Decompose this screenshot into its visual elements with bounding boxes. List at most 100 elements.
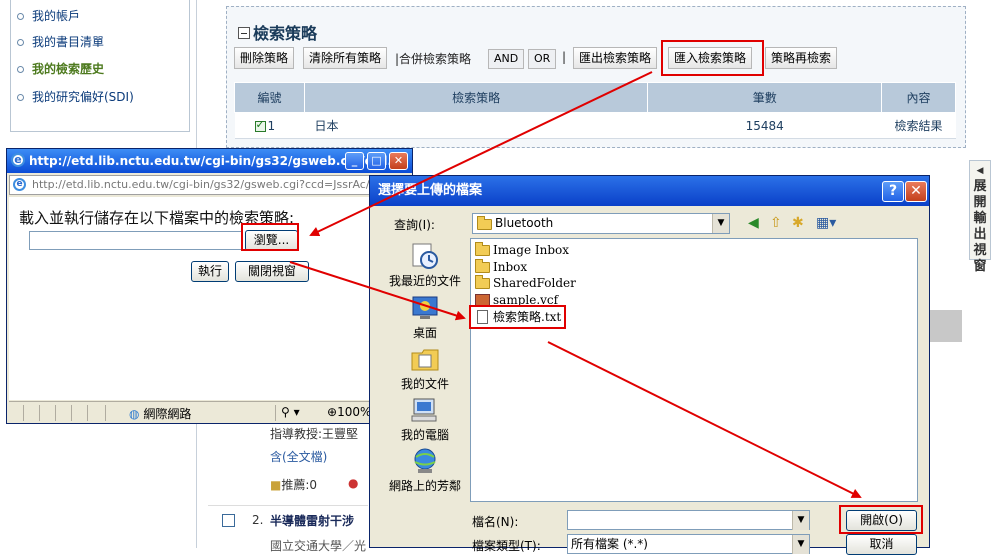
- fulltext-link[interactable]: 含(全文檔): [270, 448, 327, 465]
- close-window-button[interactable]: 關閉視窗: [235, 261, 309, 282]
- filename-input[interactable]: ▼: [567, 510, 810, 530]
- maximize-button[interactable]: □: [367, 152, 386, 170]
- col-header-content: 內容: [881, 82, 956, 113]
- expand-tab-label: 展開輸出視窗: [973, 179, 987, 274]
- col-header-count: 筆數: [647, 82, 883, 113]
- place-my-computer[interactable]: 我的電腦: [380, 396, 470, 443]
- security-dropdown[interactable]: ⚲ ▾: [281, 405, 300, 419]
- sidebar-item-sdi[interactable]: 我的研究偏好(SDI): [17, 88, 134, 105]
- popup-status-bar: ◍ 網際網路 ⚲ ▾ ⊕100%: [9, 401, 410, 423]
- place-desktop[interactable]: 桌面: [380, 294, 470, 341]
- execute-button[interactable]: 執行: [191, 261, 229, 282]
- folder-icon: [475, 259, 490, 273]
- row-checkbox[interactable]: [254, 118, 266, 132]
- chevron-down-icon[interactable]: ▼: [792, 535, 809, 554]
- recommend-text: ■推薦:0: [270, 478, 318, 492]
- toolbar-separator: |: [562, 50, 567, 64]
- cancel-button[interactable]: 取消: [846, 534, 917, 555]
- or-button[interactable]: OR: [528, 49, 557, 69]
- my-documents-icon: [411, 349, 439, 371]
- combine-label: |合併檢索策略: [395, 52, 472, 66]
- table-row: 1 日本 15484 檢索結果: [234, 112, 956, 139]
- row-number: 1: [267, 118, 276, 133]
- folder-icon: [475, 275, 490, 289]
- strategy-table: 編號 檢索策略 筆數 內容 1 日本 15484 檢索結果: [234, 82, 956, 139]
- row-count: 15484: [647, 112, 882, 139]
- folder-icon: [477, 216, 492, 230]
- expand-output-tab[interactable]: ◀ 展開輸出視窗: [969, 160, 991, 274]
- highlight-file-item: [469, 305, 566, 329]
- new-folder-icon[interactable]: ✱: [792, 215, 804, 231]
- list-item[interactable]: SharedFolder: [475, 275, 576, 291]
- row-results-link[interactable]: 檢索結果: [881, 112, 956, 139]
- bullet-icon: [17, 39, 24, 46]
- file-dialog: 選擇要上傳的檔案 ? ✕ 查詢(I): Bluetooth ▼ ◀ ⇧ ✱ ▦▾…: [369, 175, 930, 555]
- bullet-icon: [17, 13, 24, 20]
- filename-label: 檔名(N):: [472, 515, 519, 529]
- zoom-control[interactable]: ⊕100%: [327, 405, 371, 419]
- strategy-title[interactable]: 檢索策略: [238, 20, 317, 44]
- highlight-import-button: [661, 40, 764, 76]
- list-item[interactable]: Image Inbox: [475, 242, 569, 258]
- up-folder-icon[interactable]: ⇧: [770, 215, 782, 231]
- network-icon: [414, 448, 436, 473]
- item2-title[interactable]: 半導體雷射干涉: [270, 512, 354, 529]
- sidebar-item-search-history[interactable]: 我的檢索歷史: [17, 60, 104, 77]
- delete-strategy-button[interactable]: 刪除策略: [234, 47, 295, 69]
- sidebar: 我的帳戶 我的書目清單 我的檢索歷史 我的研究偏好(SDI): [10, 0, 190, 132]
- bullet-icon: [17, 94, 24, 101]
- desktop-icon: [412, 296, 438, 319]
- minimize-button[interactable]: _: [345, 152, 364, 170]
- scroll-block: [930, 310, 962, 342]
- place-recent[interactable]: 我最近的文件: [380, 242, 470, 289]
- back-icon[interactable]: ◀: [748, 215, 759, 231]
- place-network[interactable]: 網路上的芳鄰: [380, 447, 470, 494]
- dialog-close-button[interactable]: ✕: [905, 181, 927, 202]
- chevron-down-icon[interactable]: ▼: [712, 214, 729, 233]
- status-zone: ◍ 網際網路: [129, 407, 192, 421]
- popup-window: e http://etd.lib.nctu.edu.tw/cgi-bin/gs3…: [6, 148, 413, 424]
- ie-icon: e: [13, 178, 26, 191]
- my-computer-icon: [411, 398, 437, 422]
- advisor-text: 指導教授:王豐堅: [270, 427, 359, 441]
- folder-icon: ■: [270, 478, 282, 492]
- view-menu-icon[interactable]: ▦▾: [816, 215, 836, 231]
- chevron-down-icon[interactable]: ▼: [792, 511, 809, 530]
- item2-number: 2.: [252, 513, 264, 527]
- help-button[interactable]: ?: [882, 181, 904, 202]
- places-bar: 我最近的文件 桌面 我的文件 我的電腦 網路上的芳鄰: [380, 238, 470, 498]
- close-button[interactable]: ✕: [389, 152, 408, 170]
- folder-icon: [475, 242, 490, 256]
- item2-checkbox[interactable]: [222, 514, 235, 527]
- sidebar-item-booklist[interactable]: 我的書目清單: [17, 33, 104, 50]
- divider: [208, 505, 368, 506]
- and-button[interactable]: AND: [488, 49, 525, 69]
- file-list[interactable]: Image Inbox Inbox SharedFolder sample.vc…: [470, 238, 918, 502]
- clear-all-button[interactable]: 清除所有策略: [303, 47, 388, 69]
- look-in-label: 查詢(I):: [394, 218, 435, 232]
- lock-icon: ⚲: [281, 405, 290, 419]
- research-button[interactable]: 策略再檢索: [765, 47, 838, 69]
- col-header-number: 編號: [234, 82, 305, 113]
- circle-icon: ●: [348, 476, 359, 490]
- item2-school: 國立交通大學／光: [270, 539, 367, 553]
- dialog-titlebar[interactable]: 選擇要上傳的檔案: [370, 176, 929, 206]
- file-path-input[interactable]: [29, 231, 243, 250]
- highlight-open-button: [839, 505, 923, 534]
- col-header-strategy: 檢索策略: [303, 82, 649, 113]
- export-strategy-button[interactable]: 匯出檢索策略: [573, 47, 658, 69]
- globe-icon: ◍: [129, 407, 140, 421]
- list-item[interactable]: Inbox: [475, 259, 527, 275]
- filetype-label: 檔案類型(T):: [472, 539, 541, 553]
- bullet-icon: [17, 66, 24, 73]
- sidebar-item-account[interactable]: 我的帳戶: [17, 7, 80, 24]
- place-my-documents[interactable]: 我的文件: [380, 345, 470, 392]
- popup-address-bar[interactable]: e http://etd.lib.nctu.edu.tw/cgi-bin/gs3…: [9, 175, 410, 195]
- filetype-select[interactable]: 所有檔案 (*.*) ▼: [567, 534, 810, 554]
- look-in-select[interactable]: Bluetooth ▼: [472, 213, 730, 234]
- triangle-left-icon: ◀: [976, 166, 984, 176]
- dialog-title: 選擇要上傳的檔案: [378, 183, 483, 198]
- collapse-icon[interactable]: [238, 27, 250, 39]
- ie-icon: e: [11, 153, 25, 167]
- magnifier-icon: ⊕: [327, 405, 338, 419]
